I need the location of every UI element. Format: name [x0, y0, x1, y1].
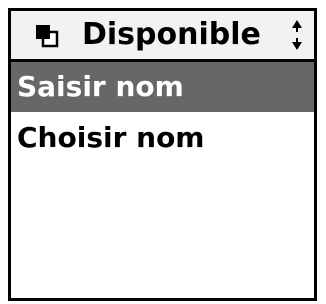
scroll-arrows-icon[interactable]: [290, 17, 304, 53]
status-header: Disponible: [11, 11, 314, 62]
phone-screen: Disponible Saisir nom Choisir nom: [8, 8, 317, 301]
list-item-label: Saisir nom: [17, 70, 184, 103]
status-title: Disponible: [82, 17, 261, 52]
availability-icon: [36, 25, 59, 48]
list-item-label: Choisir nom: [17, 121, 205, 154]
list-item-saisir-nom[interactable]: Saisir nom: [11, 62, 314, 112]
list-item-choisir-nom[interactable]: Choisir nom: [11, 112, 314, 162]
